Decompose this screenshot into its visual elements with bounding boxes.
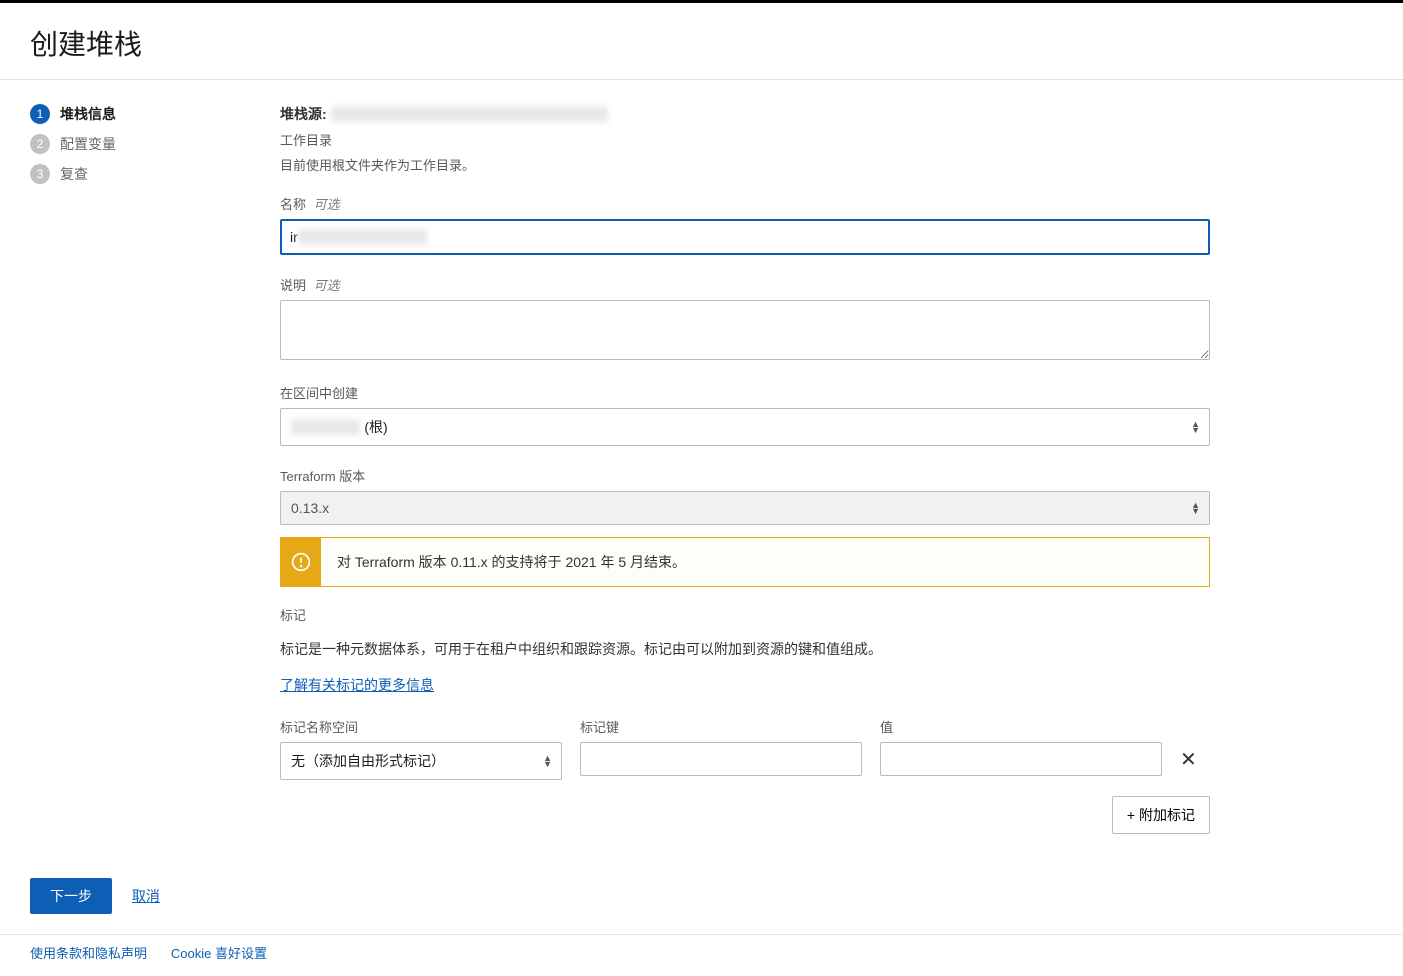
description-field-group: 说明 可选 — [280, 275, 1210, 363]
terraform-select-wrapper: 0.13.x ▲▼ — [280, 491, 1210, 525]
tag-namespace-select-wrapper: 无（添加自由形式标记） ▲▼ — [280, 742, 562, 780]
name-field-group: 名称 可选 ir█████████████ — [280, 194, 1210, 255]
tag-namespace-label: 标记名称空间 — [280, 717, 562, 736]
name-label: 名称 可选 — [280, 194, 1210, 213]
tag-namespace-col: 标记名称空间 无（添加自由形式标记） ▲▼ — [280, 717, 562, 780]
form-content: 堆栈源: ████████████████████████████ 工作目录 目… — [280, 80, 1240, 858]
tags-inputs-row: 标记名称空间 无（添加自由形式标记） ▲▼ 标记键 值 ✕ — [280, 717, 1210, 780]
stack-source-row: 堆栈源: ████████████████████████████ — [280, 104, 1210, 124]
stack-source-label: 堆栈源: — [280, 106, 327, 122]
workdir-label: 工作目录 — [280, 130, 1210, 149]
workdir-description: 目前使用根文件夹作为工作目录。 — [280, 155, 1210, 174]
tag-value-label: 值 — [880, 717, 1162, 736]
warning-banner: 对 Terraform 版本 0.11.x 的支持将于 2021 年 5 月结束… — [280, 537, 1210, 587]
step-label-1: 堆栈信息 — [60, 104, 116, 124]
tags-description: 标记是一种元数据体系，可用于在租户中组织和跟踪资源。标记由可以附加到资源的键和值… — [280, 638, 1210, 660]
description-label: 说明 可选 — [280, 275, 1210, 294]
step-1[interactable]: 1 堆栈信息 — [30, 104, 250, 124]
stack-source-value: ████████████████████████████ — [331, 106, 609, 122]
step-label-2: 配置变量 — [60, 134, 116, 154]
tag-key-input[interactable] — [580, 742, 862, 776]
next-button[interactable]: 下一步 — [30, 878, 112, 914]
terms-link[interactable]: 使用条款和隐私声明 — [30, 946, 147, 961]
tags-link-row: 了解有关标记的更多信息 — [280, 674, 1210, 696]
tag-key-label: 标记键 — [580, 717, 862, 736]
page-title: 创建堆栈 — [30, 23, 1373, 63]
tag-namespace-select[interactable]: 无（添加自由形式标记） — [280, 742, 562, 780]
tag-value-col: 值 — [880, 717, 1162, 780]
compartment-field-group: 在区间中创建 ███████ (根) ▲▼ — [280, 383, 1210, 446]
remove-tag-icon[interactable]: ✕ — [1180, 747, 1197, 772]
footer-actions: 下一步 取消 — [0, 858, 1403, 934]
tag-key-col: 标记键 — [580, 717, 862, 780]
tags-title: 标记 — [280, 605, 1210, 624]
compartment-select[interactable]: ███████ (根) — [280, 408, 1210, 446]
terraform-field-group: Terraform 版本 0.13.x ▲▼ — [280, 466, 1210, 525]
main-container: 1 堆栈信息 2 配置变量 3 复查 堆栈源: ████████████████… — [0, 80, 1403, 858]
tags-learn-more-link[interactable]: 了解有关标记的更多信息 — [280, 677, 434, 693]
description-input[interactable] — [280, 300, 1210, 360]
compartment-label: 在区间中创建 — [280, 383, 1210, 402]
page-header: 创建堆栈 — [0, 3, 1403, 80]
step-label-3: 复查 — [60, 164, 88, 184]
compartment-select-wrapper: ███████ (根) ▲▼ — [280, 408, 1210, 446]
wizard-sidebar: 1 堆栈信息 2 配置变量 3 复查 — [0, 80, 280, 858]
name-input-wrapper: ir█████████████ — [280, 219, 1210, 255]
bottom-links: 使用条款和隐私声明 Cookie 喜好设置 — [0, 934, 1403, 976]
add-tag-row: + 附加标记 — [280, 796, 1210, 834]
warning-icon — [281, 538, 321, 586]
name-input[interactable] — [280, 219, 1210, 255]
tag-value-input[interactable] — [880, 742, 1162, 776]
terraform-select[interactable]: 0.13.x — [280, 491, 1210, 525]
cancel-link[interactable]: 取消 — [132, 888, 160, 904]
step-number-1: 1 — [30, 104, 50, 124]
step-number-2: 2 — [30, 134, 50, 154]
terraform-label: Terraform 版本 — [280, 466, 1210, 485]
warning-text: 对 Terraform 版本 0.11.x 的支持将于 2021 年 5 月结束… — [321, 538, 702, 586]
add-tag-button[interactable]: + 附加标记 — [1112, 796, 1210, 834]
tag-remove-col: ✕ — [1180, 717, 1210, 780]
step-3[interactable]: 3 复查 — [30, 164, 250, 184]
step-2[interactable]: 2 配置变量 — [30, 134, 250, 154]
step-number-3: 3 — [30, 164, 50, 184]
cookie-prefs-link[interactable]: Cookie 喜好设置 — [171, 946, 267, 961]
